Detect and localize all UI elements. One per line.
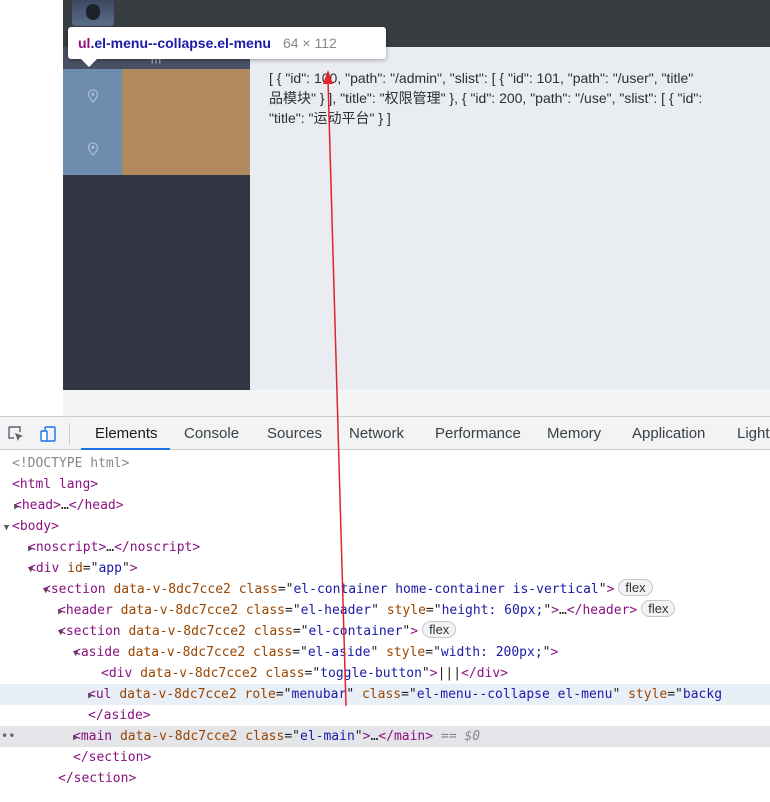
dom-node-section-close[interactable]: </section> <box>0 747 770 768</box>
tab-performance[interactable]: Performance <box>435 417 521 450</box>
devtools-panel: Elements Console Sources Network Perform… <box>0 416 770 802</box>
tooltip-tag: ul <box>78 35 91 51</box>
location-pin-icon <box>87 141 98 156</box>
collapse-arrow-icon[interactable]: ▼ <box>0 623 63 642</box>
element-inspector-tooltip: ul .el-menu--collapse.el-menu 64 × 112 <box>68 27 386 59</box>
dom-node-header[interactable]: ▶<header data-v-8dc7cce2 class="el-heade… <box>0 600 770 621</box>
avatar <box>72 0 114 26</box>
tab-sources[interactable]: Sources <box>267 417 322 450</box>
tab-elements[interactable]: Elements <box>95 417 158 450</box>
dom-node-ul-menu[interactable]: ▶<ul data-v-8dc7cce2 role="menubar" clas… <box>0 684 770 705</box>
dom-node-section-container[interactable]: ▼<section data-v-8dc7cce2 class="el-cont… <box>0 621 770 642</box>
dom-node-body[interactable]: ▼ <body> <box>0 516 770 537</box>
collapse-arrow-icon[interactable]: ▼ <box>0 518 12 537</box>
json-output-text: [ { "id": 100, "path": "/admin", "slist"… <box>269 68 769 128</box>
expand-arrow-icon[interactable]: ▶ <box>0 539 33 558</box>
dom-node-section-home[interactable]: ▼<section data-v-8dc7cce2 class="el-cont… <box>0 579 770 600</box>
dom-node-main[interactable]: •• ▶<main data-v-8dc7cce2 class="el-main"… <box>0 726 770 747</box>
devtools-tabbar: Elements Console Sources Network Perform… <box>0 416 770 450</box>
flex-badge[interactable]: flex <box>641 600 676 617</box>
tab-application[interactable]: Application <box>632 417 705 450</box>
active-tab-indicator <box>81 448 170 450</box>
tab-console[interactable]: Console <box>184 417 239 450</box>
expand-arrow-icon[interactable]: ▶ <box>0 686 93 705</box>
dom-node-aside[interactable]: ▼<aside data-v-8dc7cce2 class="el-aside"… <box>0 642 770 663</box>
selected-node-marker: == $0 <box>440 729 481 744</box>
page-viewport: ||| [ { "id": 100, "path": "/admin", "sl… <box>0 0 770 416</box>
dom-node-app[interactable]: ▼<div id="app"> <box>0 558 770 579</box>
menu-item[interactable] <box>63 69 122 122</box>
tab-memory[interactable]: Memory <box>547 417 601 450</box>
dom-node-noscript[interactable]: ▶<noscript>…</noscript> <box>0 537 770 558</box>
doctype-text: <!DOCTYPE html> <box>12 456 130 471</box>
left-gutter <box>0 0 63 416</box>
dom-node-head[interactable]: ▶<head>…</head> <box>0 495 770 516</box>
collapse-arrow-icon[interactable]: ▼ <box>0 560 33 579</box>
tab-network[interactable]: Network <box>349 417 404 450</box>
dom-node-doctype[interactable]: <!DOCTYPE html> <box>0 453 770 474</box>
dom-node-html[interactable]: <html lang> <box>0 474 770 495</box>
html-tag: html lang <box>19 477 91 492</box>
dom-node-aside-close[interactable]: </aside> <box>0 705 770 726</box>
tooltip-arrow <box>80 58 98 67</box>
expand-arrow-icon[interactable]: ▶ <box>0 497 19 516</box>
tooltip-size: 64 × 112 <box>282 35 337 51</box>
dom-node-toggle-button[interactable]: <div data-v-8dc7cce2 class="toggle-butto… <box>0 663 770 684</box>
collapse-arrow-icon[interactable]: ▼ <box>0 581 48 600</box>
location-pin-icon <box>87 88 98 103</box>
menu-highlight-block <box>122 69 250 175</box>
more-options-icon[interactable]: •• <box>1 726 15 747</box>
dom-tree: <!DOCTYPE html> <html lang> ▶<head>…</he… <box>0 452 770 802</box>
tab-lighthouse[interactable]: Light <box>737 417 770 450</box>
menu-item[interactable] <box>63 122 122 175</box>
flex-badge[interactable]: flex <box>618 579 653 596</box>
device-toolbar-icon[interactable] <box>38 424 58 444</box>
json-line-2: 品模块" } ], "title": "权限管理" }, { "id": 200… <box>269 90 703 106</box>
toolbar-separator <box>69 423 70 445</box>
inspect-element-icon[interactable] <box>6 424 26 444</box>
tooltip-classes: .el-menu--collapse.el-menu <box>90 35 271 51</box>
json-line-1: [ { "id": 100, "path": "/admin", "slist"… <box>269 70 694 86</box>
collapse-arrow-icon[interactable]: ▼ <box>0 644 78 663</box>
expand-arrow-icon[interactable]: ▶ <box>0 602 63 621</box>
json-line-3: "title": "运动平台" } ] <box>269 110 391 126</box>
flex-badge[interactable]: flex <box>422 621 457 638</box>
collapsed-menu[interactable] <box>63 69 122 175</box>
dom-node-section-close[interactable]: </section> <box>0 768 770 789</box>
